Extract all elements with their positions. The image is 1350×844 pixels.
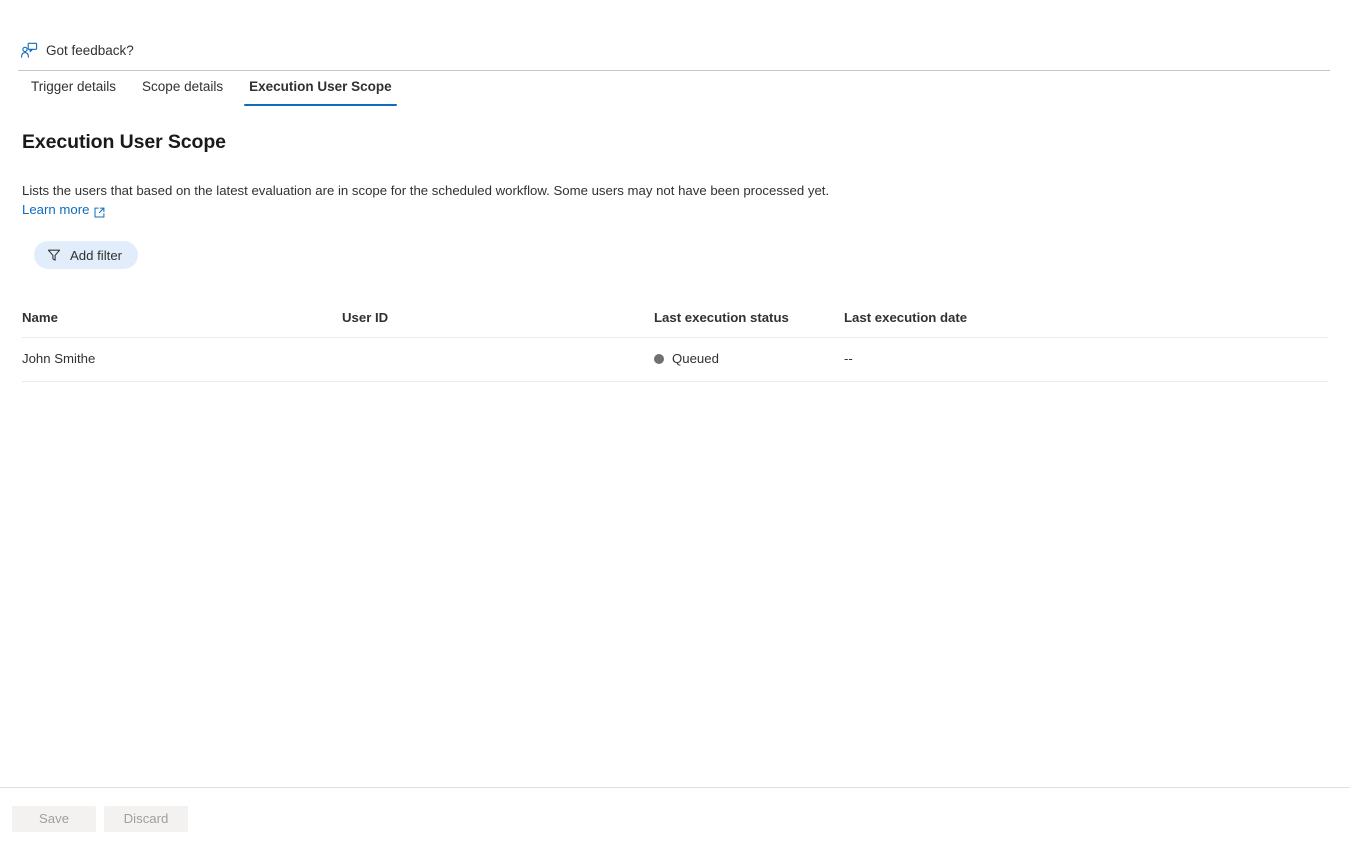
add-filter-button[interactable]: Add filter bbox=[34, 241, 139, 269]
users-table-container: Name User ID Last execution status Last … bbox=[22, 310, 1328, 382]
execution-user-scope-page: Got feedback? Trigger details Scope deta… bbox=[0, 0, 1350, 844]
cell-user-id bbox=[342, 337, 654, 382]
table-header-row: Name User ID Last execution status Last … bbox=[22, 310, 1328, 338]
page-title: Execution User Scope bbox=[22, 131, 226, 153]
column-header-last-execution-status[interactable]: Last execution status bbox=[654, 310, 844, 338]
cell-name: John Smithe bbox=[22, 337, 342, 382]
discard-button[interactable]: Discard bbox=[104, 806, 188, 832]
got-feedback-label: Got feedback? bbox=[46, 43, 134, 58]
header-divider bbox=[18, 70, 1330, 71]
table-body: John Smithe Queued -- bbox=[22, 337, 1328, 382]
column-header-user-id[interactable]: User ID bbox=[342, 310, 654, 338]
save-button[interactable]: Save bbox=[12, 806, 96, 832]
funnel-icon bbox=[47, 248, 61, 262]
cell-last-execution-date: -- bbox=[844, 337, 1328, 382]
filter-toolbar: Add filter bbox=[22, 241, 1330, 269]
footer-divider bbox=[0, 787, 1350, 788]
learn-more-link[interactable]: Learn more bbox=[22, 201, 105, 219]
person-feedback-icon bbox=[20, 42, 38, 60]
status-label: Queued bbox=[672, 351, 719, 366]
cell-last-execution-status: Queued bbox=[654, 337, 844, 382]
column-header-name[interactable]: Name bbox=[22, 310, 342, 338]
status-badge: Queued bbox=[654, 351, 719, 366]
column-header-last-execution-date[interactable]: Last execution date bbox=[844, 310, 1328, 338]
tab-scope-details[interactable]: Scope details bbox=[129, 74, 236, 106]
users-table: Name User ID Last execution status Last … bbox=[22, 310, 1328, 382]
tab-strip: Trigger details Scope details Execution … bbox=[18, 74, 405, 106]
got-feedback-link[interactable]: Got feedback? bbox=[20, 38, 134, 64]
table-row[interactable]: John Smithe Queued -- bbox=[22, 337, 1328, 382]
page-description-block: Lists the users that based on the latest… bbox=[22, 181, 1022, 219]
external-link-icon bbox=[94, 205, 105, 217]
tab-execution-user-scope[interactable]: Execution User Scope bbox=[236, 74, 405, 106]
page-description-text: Lists the users that based on the latest… bbox=[22, 183, 830, 198]
status-dot-icon bbox=[654, 353, 664, 364]
tab-trigger-details[interactable]: Trigger details bbox=[18, 74, 129, 106]
main-content: Execution User Scope Lists the users tha… bbox=[22, 128, 1330, 382]
footer-command-bar: Save Discard bbox=[12, 806, 188, 832]
table-header: Name User ID Last execution status Last … bbox=[22, 310, 1328, 338]
add-filter-label: Add filter bbox=[70, 247, 123, 263]
learn-more-label: Learn more bbox=[22, 202, 90, 217]
